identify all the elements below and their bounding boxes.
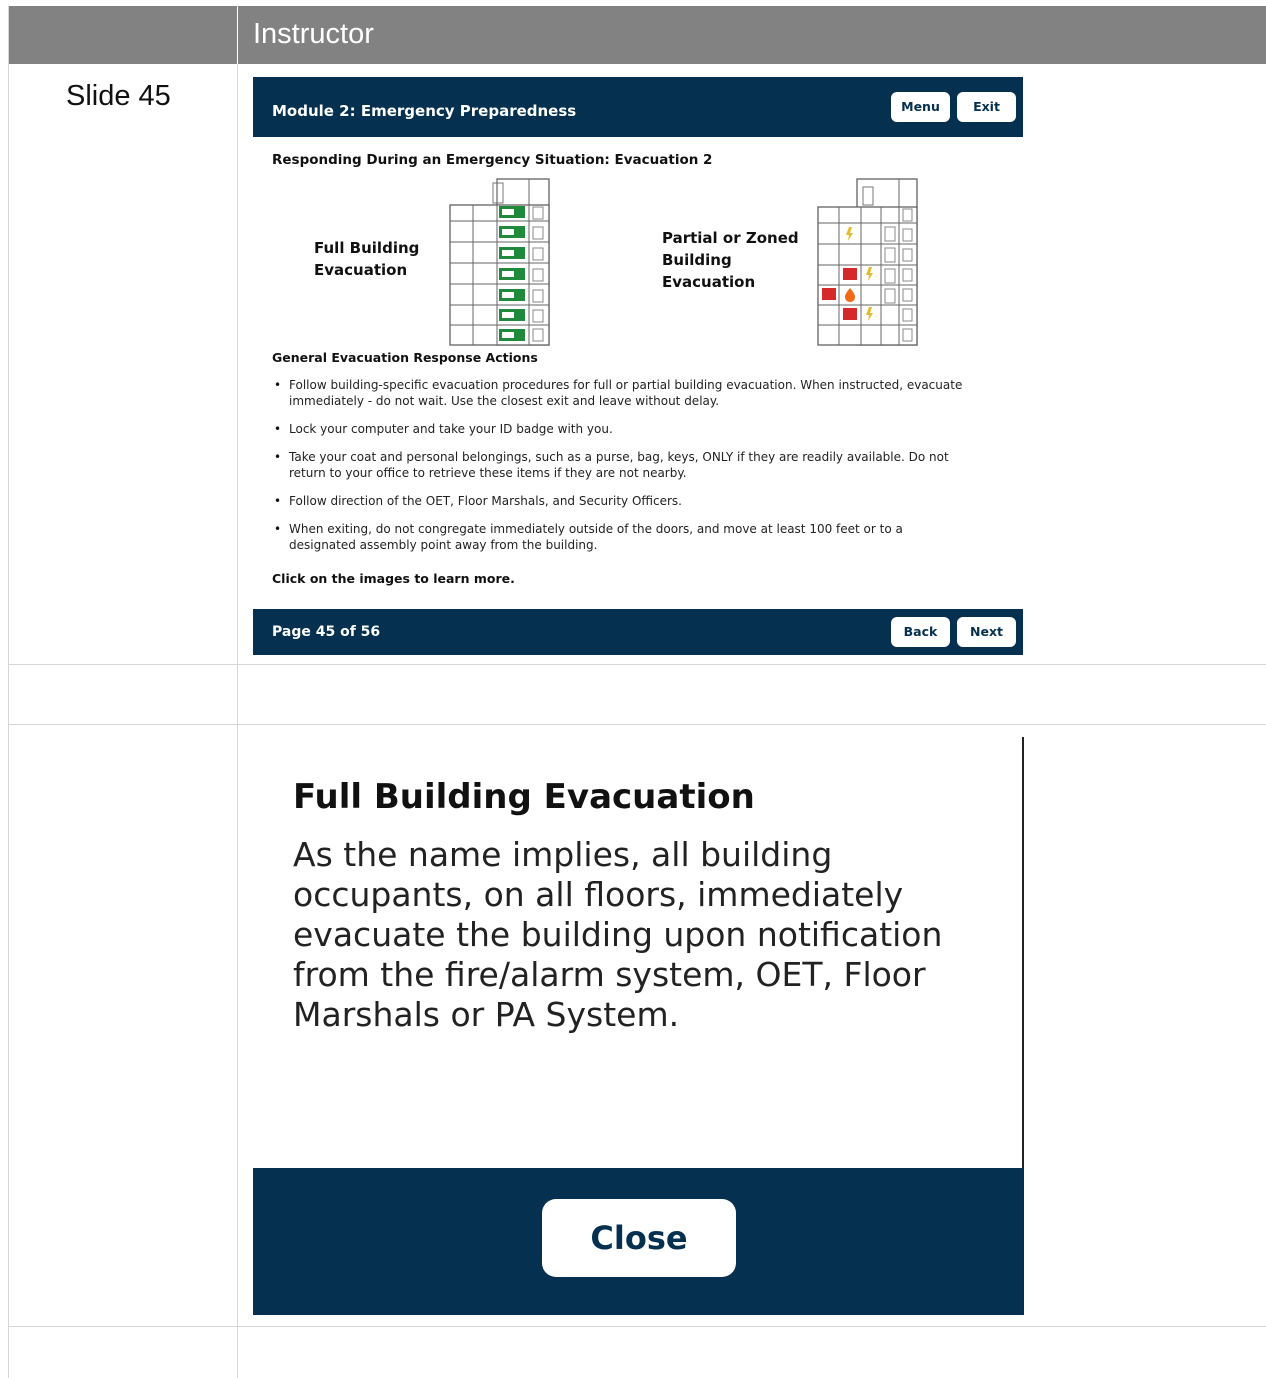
list-item: Lock your computer and take your ID badg… <box>272 421 972 437</box>
back-button[interactable]: Back <box>891 617 950 647</box>
section-title: General Evacuation Response Actions <box>272 350 538 365</box>
popup-panel: Full Building Evacuation As the name imp… <box>253 737 1024 1315</box>
full-building-label-line: Evacuation <box>314 261 408 279</box>
partial-building-image[interactable] <box>817 177 919 347</box>
menu-button[interactable]: Menu <box>891 92 950 122</box>
click-note: Click on the images to learn more. <box>272 571 515 586</box>
slide-bottom-bar: Page 45 of 56 Back Next <box>253 609 1023 655</box>
table-header-row <box>8 6 1266 64</box>
list-item: Take your coat and personal belongings, … <box>272 449 972 481</box>
row-divider <box>8 664 1266 665</box>
slide-heading: Responding During an Emergency Situation… <box>272 152 713 168</box>
slide-number-label: Slide 45 <box>66 80 171 112</box>
partial-building-label-line: Building <box>662 251 732 269</box>
slide-panel: Module 2: Emergency Preparedness Menu Ex… <box>253 77 1023 655</box>
list-item: When exiting, do not congregate immediat… <box>272 521 972 553</box>
popup-bottom-bar: Close <box>253 1168 1023 1315</box>
list-item: Follow building-specific evacuation proc… <box>272 377 972 409</box>
header-instructor: Instructor <box>253 18 374 50</box>
list-item: Follow direction of the OET, Floor Marsh… <box>272 493 972 509</box>
row-divider <box>8 1326 1266 1327</box>
partial-building-label[interactable]: Partial or Zoned Building Evacuation <box>662 227 799 293</box>
header-divider <box>237 6 238 64</box>
table-column-divider <box>237 64 238 1378</box>
page-indicator: Page 45 of 56 <box>272 624 381 640</box>
partial-building-label-line: Evacuation <box>662 273 756 291</box>
module-title: Module 2: Emergency Preparedness <box>272 102 577 120</box>
full-building-label-line: Full Building <box>314 239 420 257</box>
exit-button[interactable]: Exit <box>957 92 1016 122</box>
popup-body: As the name implies, all building occupa… <box>293 835 943 1034</box>
row-divider <box>8 724 1266 725</box>
table-left-border <box>8 6 9 1378</box>
full-building-label[interactable]: Full Building Evacuation <box>314 237 419 281</box>
popup-title: Full Building Evacuation <box>293 777 755 817</box>
slide-top-bar: Module 2: Emergency Preparedness Menu Ex… <box>253 77 1023 137</box>
partial-building-label-line: Partial or Zoned <box>662 229 799 247</box>
close-button[interactable]: Close <box>542 1199 736 1277</box>
next-button[interactable]: Next <box>957 617 1016 647</box>
bullet-list: Follow building-specific evacuation proc… <box>272 377 972 565</box>
full-building-image[interactable] <box>449 177 551 347</box>
